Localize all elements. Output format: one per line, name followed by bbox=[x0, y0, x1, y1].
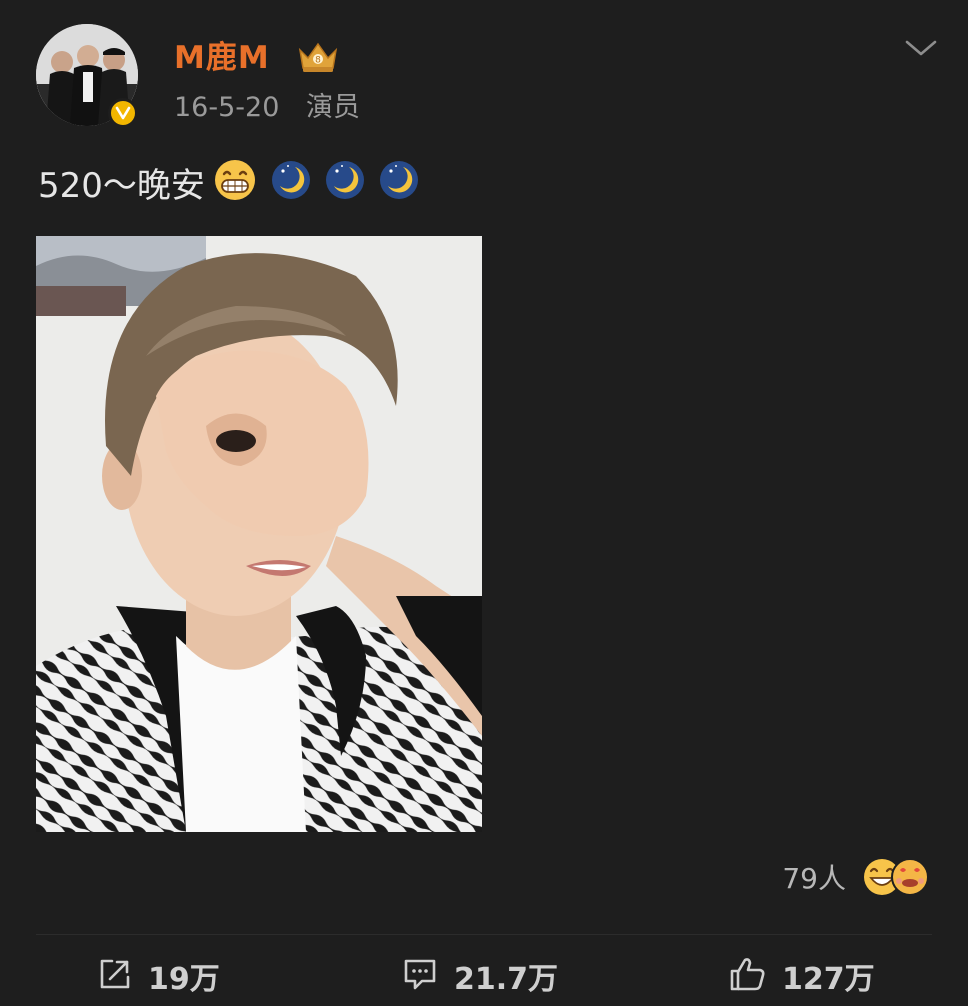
comment-count: 21.7万 bbox=[454, 962, 559, 997]
moon-emoji bbox=[379, 160, 419, 211]
moon-emoji bbox=[271, 160, 311, 211]
thumbs-up-icon bbox=[728, 956, 766, 996]
like-button[interactable]: 127万 bbox=[728, 950, 875, 1002]
post-photo[interactable] bbox=[36, 236, 482, 832]
crown-icon[interactable]: 8 bbox=[296, 40, 340, 78]
post-source: 演员 bbox=[305, 92, 360, 123]
author-name[interactable]: M鹿M bbox=[174, 38, 270, 78]
comment-icon bbox=[402, 957, 438, 995]
comment-button[interactable]: 21.7万 bbox=[402, 950, 558, 1002]
post-meta: 16-5-20 演员 bbox=[174, 90, 360, 126]
share-icon bbox=[98, 957, 132, 995]
grin-emoji bbox=[213, 158, 257, 213]
repost-button[interactable]: 19万 bbox=[98, 950, 220, 1002]
like-count: 127万 bbox=[782, 962, 875, 997]
reaction-count: 79人 bbox=[782, 862, 846, 895]
heart-eyes-emoji bbox=[891, 858, 929, 896]
post-date: 16-5-20 bbox=[174, 92, 280, 123]
post-text-row: 520～晚安 bbox=[38, 158, 419, 213]
repost-count: 19万 bbox=[148, 962, 220, 997]
verified-badge-icon bbox=[108, 98, 138, 128]
svg-text:8: 8 bbox=[315, 56, 321, 66]
post-text: 520～晚安 bbox=[38, 165, 205, 206]
reaction-icons bbox=[862, 856, 932, 898]
reaction-summary[interactable]: 79人 bbox=[782, 856, 932, 898]
moon-emoji bbox=[325, 160, 365, 211]
action-divider bbox=[36, 934, 932, 935]
chevron-down-icon[interactable] bbox=[904, 36, 938, 60]
